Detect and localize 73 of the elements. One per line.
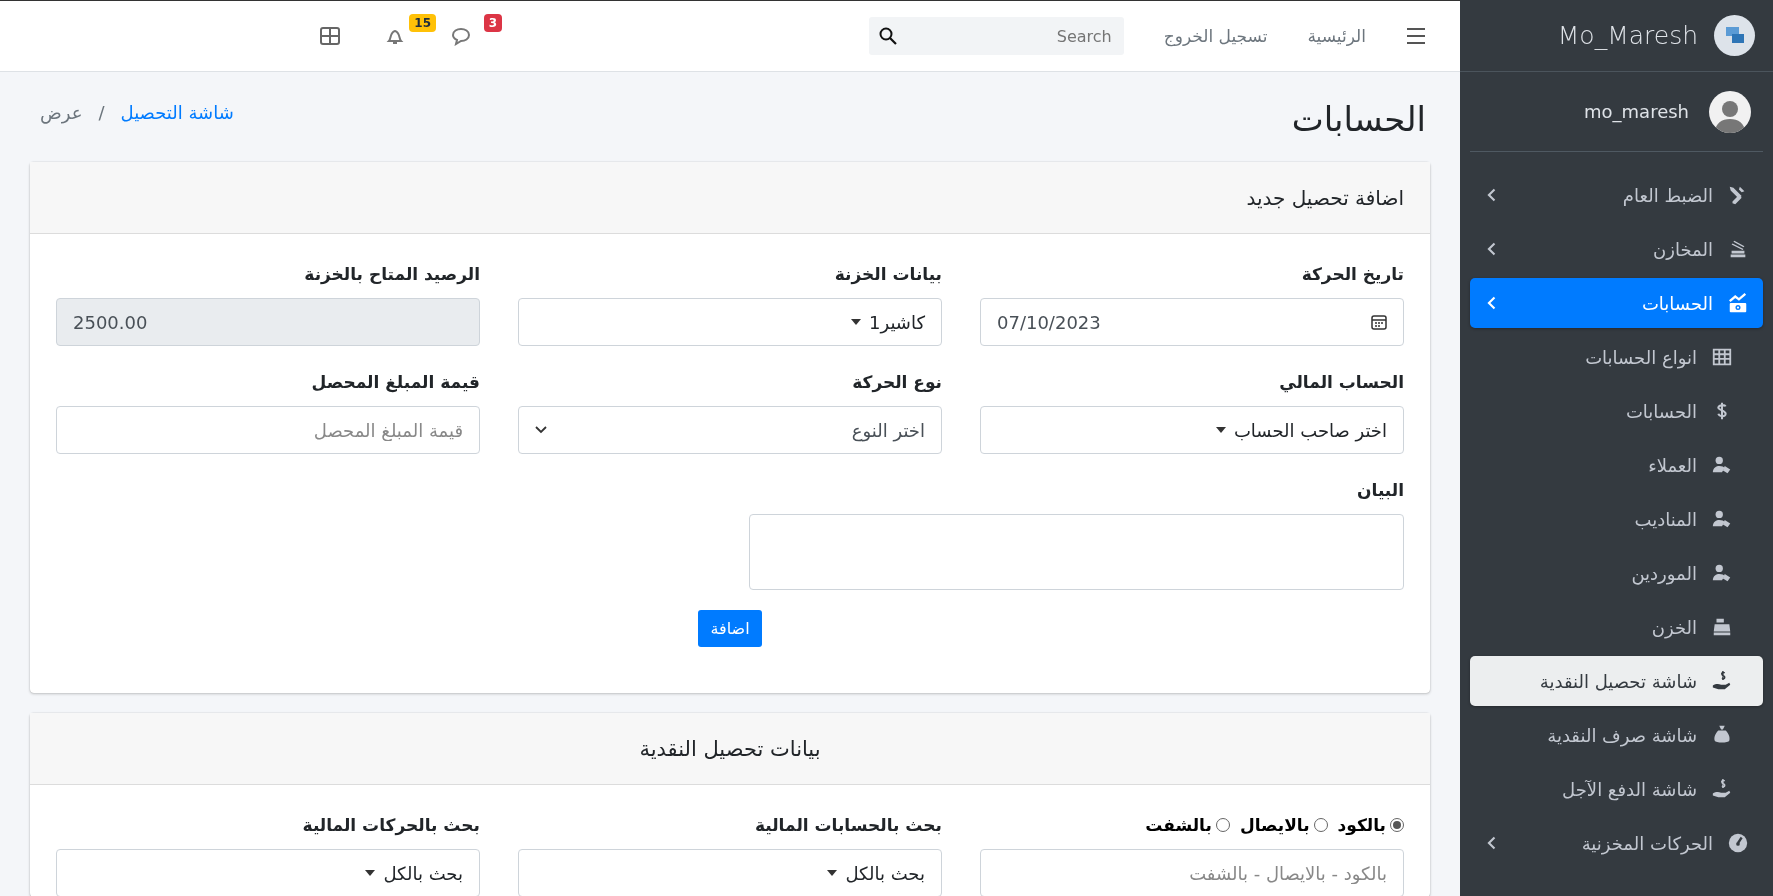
table-icon (1711, 346, 1733, 368)
add-button[interactable]: اضافة (698, 610, 762, 647)
radio-label: بالكود (1337, 815, 1386, 835)
gauge-icon (1727, 832, 1749, 854)
caret-icon (851, 319, 862, 325)
radio-button[interactable] (1390, 818, 1404, 832)
select-field[interactable]: بحث بالكل (518, 849, 942, 896)
user-tag-icon (1711, 454, 1733, 476)
caret-icon (1215, 427, 1226, 433)
sidebar-item[interactable]: شاشة تحصيل النقدية (1470, 656, 1763, 706)
sidebar-item[interactable]: الضبط العام (1470, 170, 1763, 220)
sidebar-item[interactable]: الحسابات (1470, 278, 1763, 328)
field-label: نوع الحركة (851, 372, 942, 392)
count-badge: 15 (409, 14, 436, 32)
select-field[interactable]: اختر صاحب الحساب (980, 406, 1404, 454)
chat-icon[interactable] (450, 26, 472, 46)
sidebar-item[interactable]: شاشة الدفع الآجل (1470, 764, 1763, 814)
caret-icon (827, 870, 838, 876)
sidebar-item[interactable]: المخازن (1470, 224, 1763, 274)
search-field[interactable]: بالكود - بالايصال - بالشفت (980, 849, 1404, 896)
chevron-down-icon (535, 426, 547, 434)
logo-icon (1723, 25, 1746, 46)
nav-link[interactable]: الرئيسية (1307, 26, 1366, 46)
menu-icon[interactable] (1406, 27, 1426, 45)
field-label: تاريخ الحركة (1300, 264, 1404, 284)
select-field[interactable]: كاشير1 (518, 298, 942, 346)
field-label: بيانات الخزنة (833, 264, 942, 284)
date-field[interactable]: 07/10/2023 (980, 298, 1404, 346)
chart-icon (1727, 292, 1749, 314)
sidebar-item[interactable]: شاشة صرف النقدية (1470, 710, 1763, 760)
grid-icon[interactable] (320, 27, 340, 45)
cash-register-icon (1711, 616, 1733, 638)
field-label: بحث بالحركات المالية (301, 815, 480, 835)
select-field[interactable]: اختر النوع (518, 406, 942, 454)
card-title: اضافة تحصيل جديد (30, 162, 1430, 234)
radio-button[interactable] (1215, 818, 1230, 832)
breadcrumb-link[interactable]: شاشة التحصيل (120, 101, 234, 123)
calendar-icon (1371, 314, 1387, 330)
search-field[interactable]: Search (904, 25, 1114, 47)
caret-icon (365, 870, 376, 876)
user-name[interactable]: mo_maresh (1584, 101, 1689, 122)
input-field[interactable]: قيمة المبلغ المحصل (56, 406, 480, 454)
card-title: بيانات تحصيل النقدية (30, 713, 1430, 785)
radio-label: بالشفت (1145, 815, 1212, 835)
breadcrumb-separator: / (98, 101, 105, 123)
page-title: الحسابات (1291, 99, 1426, 139)
sidebar-item[interactable]: الحسابات (1470, 386, 1763, 436)
sidebar-item[interactable]: المناديب (1470, 494, 1763, 544)
nav-link[interactable]: تسجيل الخروج (1163, 26, 1268, 46)
breadcrumb-current: عرض (40, 101, 83, 123)
user-tag-icon (1711, 562, 1733, 584)
sidebar-item[interactable]: العملاء (1470, 440, 1763, 490)
brand-name[interactable]: Mo_Maresh (1557, 21, 1698, 50)
count-badge: 3 (483, 14, 502, 32)
select-field[interactable]: بحث بالكل (56, 849, 480, 896)
sidebar-item[interactable]: انواع الحسابات (1470, 332, 1763, 382)
field-label: بحث بالحسابات المالية (753, 815, 942, 835)
field-label: البيان (1356, 480, 1404, 500)
field-label: الرصيد المتاح بالخزنة (303, 264, 480, 284)
hand-dollar-icon (1711, 778, 1733, 800)
sidebar-item[interactable]: الموردين (1470, 548, 1763, 598)
radio-button[interactable] (1313, 818, 1328, 832)
user-tag-icon (1711, 508, 1733, 530)
textarea-field[interactable] (749, 514, 1404, 590)
sidebar-item[interactable]: الحركات المخزنية (1470, 818, 1763, 868)
input-field[interactable]: 2500.00 (56, 298, 480, 346)
search-bar[interactable]: Search (868, 17, 1124, 55)
hand-dollar-icon (1711, 670, 1733, 692)
radio-label: بالايصال (1239, 815, 1310, 835)
field-label: الحساب المالي (1278, 372, 1404, 392)
field-label: قيمة المبلغ المحصل (310, 372, 480, 392)
sidebar-item[interactable]: الخزن (1470, 602, 1763, 652)
search-icon (878, 27, 897, 45)
